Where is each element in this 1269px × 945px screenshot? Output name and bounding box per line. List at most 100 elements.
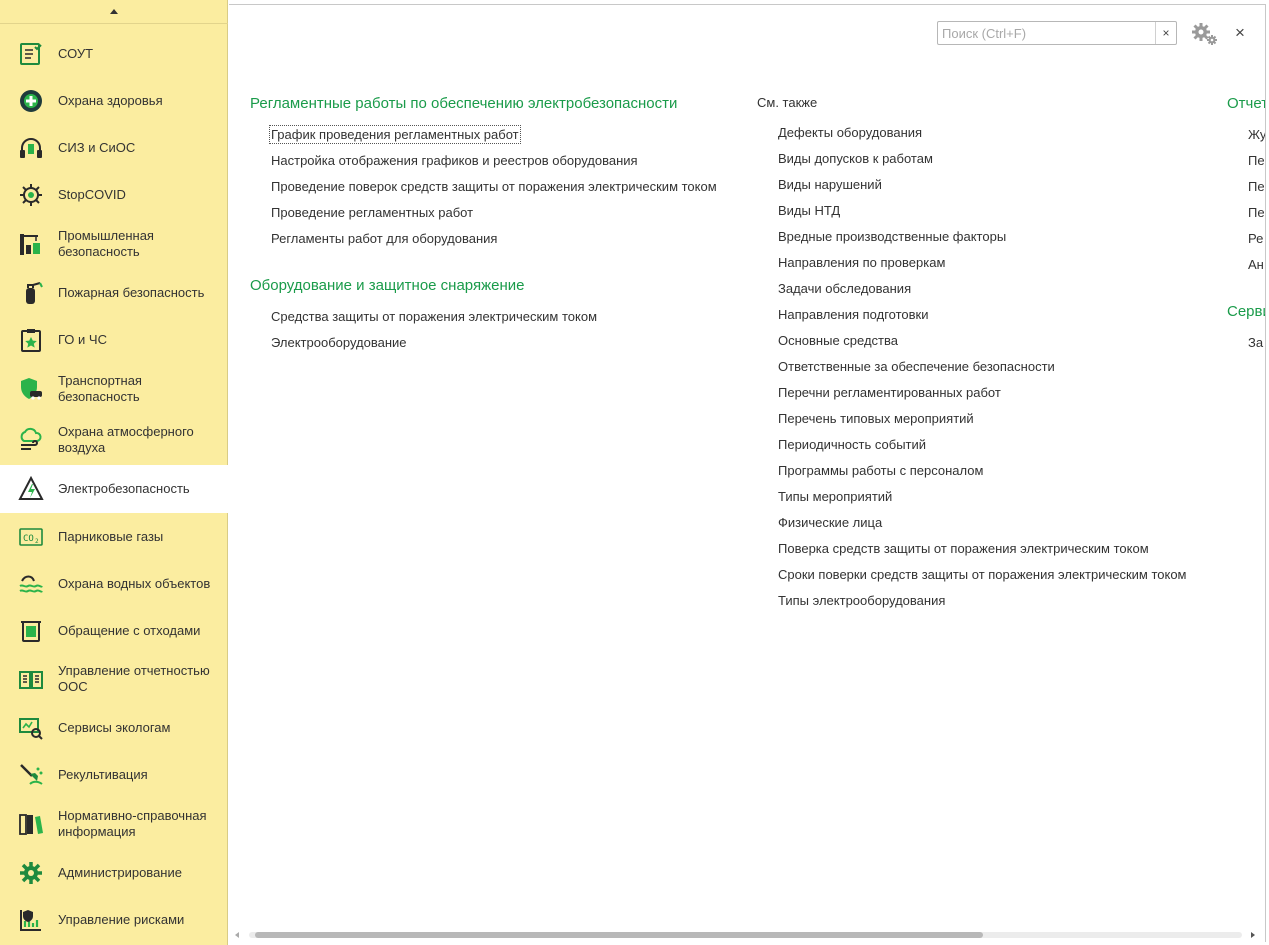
see-also-link[interactable]: Типы мероприятий bbox=[778, 489, 892, 504]
see-also-link[interactable]: Виды НТД bbox=[778, 203, 840, 218]
see-also-link[interactable]: Дефекты оборудования bbox=[778, 125, 922, 140]
see-also-link[interactable]: Перечень типовых мероприятий bbox=[778, 411, 974, 426]
see-also-link[interactable]: Перечни регламентированных работ bbox=[778, 385, 1001, 400]
report-link[interactable]: Пе bbox=[1248, 205, 1265, 220]
crane-icon bbox=[18, 231, 44, 257]
sidebar-item-label: СОУТ bbox=[58, 46, 94, 61]
link-protection-verification[interactable]: Проведение поверок средств защиты от пор… bbox=[271, 179, 717, 194]
see-also-link[interactable]: Основные средства bbox=[778, 333, 898, 348]
link-electrical-equipment[interactable]: Электрооборудование bbox=[271, 335, 407, 350]
sidebar-item-risk-management[interactable]: Управление рисками bbox=[0, 897, 228, 943]
sidebar-item-fire-safety[interactable]: Пожарная безопасность bbox=[0, 270, 228, 316]
report-link[interactable]: Пе bbox=[1248, 179, 1265, 194]
svg-text:CO: CO bbox=[23, 534, 34, 544]
binders-icon bbox=[18, 811, 44, 837]
clipboard-star-icon bbox=[18, 327, 44, 353]
section-title-services: Сервис bbox=[1227, 303, 1265, 320]
cloud-wind-icon bbox=[18, 427, 44, 453]
sidebar-item-sout[interactable]: СОУТ bbox=[0, 31, 228, 77]
see-also-link[interactable]: Периодичность событий bbox=[778, 437, 926, 452]
gear-icon bbox=[1192, 23, 1217, 45]
see-also-link[interactable]: Виды допусков к работам bbox=[778, 151, 933, 166]
sidebar-item-civil-defense[interactable]: ГО и ЧС bbox=[0, 317, 228, 363]
section-title-reports: Отчеты bbox=[1227, 95, 1265, 112]
see-also-link[interactable]: Направления по проверкам bbox=[778, 255, 945, 270]
virus-icon bbox=[18, 182, 44, 208]
see-also-link[interactable]: Ответственные за обеспечение безопасност… bbox=[778, 359, 1055, 374]
see-also-link[interactable]: Физические лица bbox=[778, 515, 882, 530]
sidebar-item-label: Электробезопасность bbox=[58, 481, 190, 496]
co2-icon: CO 2 bbox=[18, 524, 44, 550]
shield-car-icon bbox=[18, 376, 44, 402]
see-also-link[interactable]: Направления подготовки bbox=[778, 307, 929, 322]
report-book-icon bbox=[18, 666, 44, 692]
sidebar-item-ppe[interactable]: СИЗ и СиОС bbox=[0, 125, 228, 171]
link-chart-display-settings[interactable]: Настройка отображения графиков и реестро… bbox=[271, 153, 638, 168]
link-equipment-regulations[interactable]: Регламенты работ для оборудования bbox=[271, 231, 497, 246]
sidebar-item-label: Промышленная безопасность bbox=[58, 228, 154, 259]
sidebar-scroll-up-button[interactable] bbox=[0, 0, 228, 24]
water-waves-icon bbox=[18, 571, 44, 597]
sidebar-item-reference-info[interactable]: Нормативно-справочная информация bbox=[0, 800, 228, 848]
sidebar-item-transport-safety[interactable]: Транспортная безопасность bbox=[0, 365, 228, 413]
sidebar-item-stopcovid[interactable]: StopCOVID bbox=[0, 172, 228, 218]
sidebar-item-industrial-safety[interactable]: Промышленная безопасность bbox=[0, 220, 228, 268]
scrollbar-thumb[interactable] bbox=[255, 932, 983, 938]
sidebar-item-greenhouse-gases[interactable]: CO 2 Парниковые газы bbox=[0, 514, 228, 560]
sidebar-item-recultivation[interactable]: Рекультивация bbox=[0, 752, 228, 798]
section-title-equipment: Оборудование и защитное снаряжение bbox=[250, 277, 525, 294]
see-also-link[interactable]: Программы работы с персоналом bbox=[778, 463, 983, 478]
search-box: × bbox=[937, 21, 1177, 45]
checklist-icon bbox=[18, 41, 44, 67]
see-also-link[interactable]: Вредные производственные факторы bbox=[778, 229, 1006, 244]
link-maintenance-work[interactable]: Проведение регламентных работ bbox=[271, 205, 473, 220]
scroll-left-icon[interactable] bbox=[235, 932, 239, 938]
sidebar-item-label: Рекультивация bbox=[58, 767, 148, 782]
headphones-glove-icon bbox=[18, 135, 44, 161]
gear-icon bbox=[18, 860, 44, 886]
sidebar-item-administration[interactable]: Администрирование bbox=[0, 850, 228, 896]
shovel-icon bbox=[18, 762, 44, 788]
search-input[interactable] bbox=[938, 22, 1156, 44]
electric-hazard-icon bbox=[18, 476, 44, 502]
report-link[interactable]: Пе bbox=[1248, 153, 1265, 168]
see-also-link[interactable]: Поверка средств защиты от поражения элек… bbox=[778, 541, 1149, 556]
sidebar-item-eco-services[interactable]: Сервисы экологам bbox=[0, 705, 228, 751]
link-protective-means[interactable]: Средства защиты от поражения электрическ… bbox=[271, 309, 597, 324]
sidebar-item-label: Охрана атмосферного воздуха bbox=[58, 424, 194, 455]
see-also-link[interactable]: Типы электрооборудования bbox=[778, 593, 945, 608]
sidebar-item-label: Обращение с отходами bbox=[58, 623, 201, 638]
fire-extinguisher-icon bbox=[18, 280, 44, 306]
arrow-up-icon bbox=[110, 9, 118, 14]
sidebar-item-label: Охрана водных объектов bbox=[58, 576, 211, 591]
sidebar-item-label: СИЗ и СиОС bbox=[58, 140, 136, 155]
link-maintenance-schedule[interactable]: График проведения регламентных работ bbox=[269, 125, 521, 144]
report-link[interactable]: Ан bbox=[1248, 257, 1264, 272]
sidebar-item-label: Пожарная безопасность bbox=[58, 285, 205, 300]
sidebar-item-label: Администрирование bbox=[58, 865, 182, 880]
horizontal-scrollbar[interactable] bbox=[229, 928, 1264, 942]
sidebar-item-label: Управление рисками bbox=[58, 912, 185, 927]
svg-text:2: 2 bbox=[35, 538, 39, 545]
monitor-search-icon bbox=[18, 715, 44, 741]
service-link[interactable]: За bbox=[1248, 335, 1263, 350]
report-link[interactable]: Ре bbox=[1248, 231, 1263, 246]
sidebar-item-env-reporting[interactable]: Управление отчетностью ООС bbox=[0, 655, 228, 703]
settings-button[interactable] bbox=[1189, 21, 1219, 47]
see-also-link[interactable]: Задачи обследования bbox=[778, 281, 911, 296]
sidebar-item-air-protection[interactable]: Охрана атмосферного воздуха bbox=[0, 416, 228, 464]
sidebar-item-electrical-safety[interactable]: Электробезопасность bbox=[0, 465, 228, 513]
close-button[interactable]: × bbox=[1231, 23, 1249, 43]
see-also-link[interactable]: Сроки поверки средств защиты от поражени… bbox=[778, 567, 1187, 582]
report-link[interactable]: Жу bbox=[1248, 127, 1265, 142]
sidebar: СОУТ Охрана здоровья СИЗ и СиОС StopCOVI… bbox=[0, 0, 228, 945]
sidebar-item-water-protection[interactable]: Охрана водных объектов bbox=[0, 561, 228, 607]
see-also-link[interactable]: Виды нарушений bbox=[778, 177, 882, 192]
sidebar-item-waste-management[interactable]: Обращение с отходами bbox=[0, 608, 228, 654]
search-clear-button[interactable]: × bbox=[1155, 22, 1176, 44]
sidebar-item-label: Управление отчетностью ООС bbox=[58, 663, 210, 694]
sidebar-item-health[interactable]: Охрана здоровья bbox=[0, 78, 228, 124]
waste-container-icon bbox=[18, 618, 44, 644]
main-panel: × × Регламентные работы по обеспечению э… bbox=[229, 4, 1266, 942]
scroll-right-icon[interactable] bbox=[1251, 932, 1255, 938]
